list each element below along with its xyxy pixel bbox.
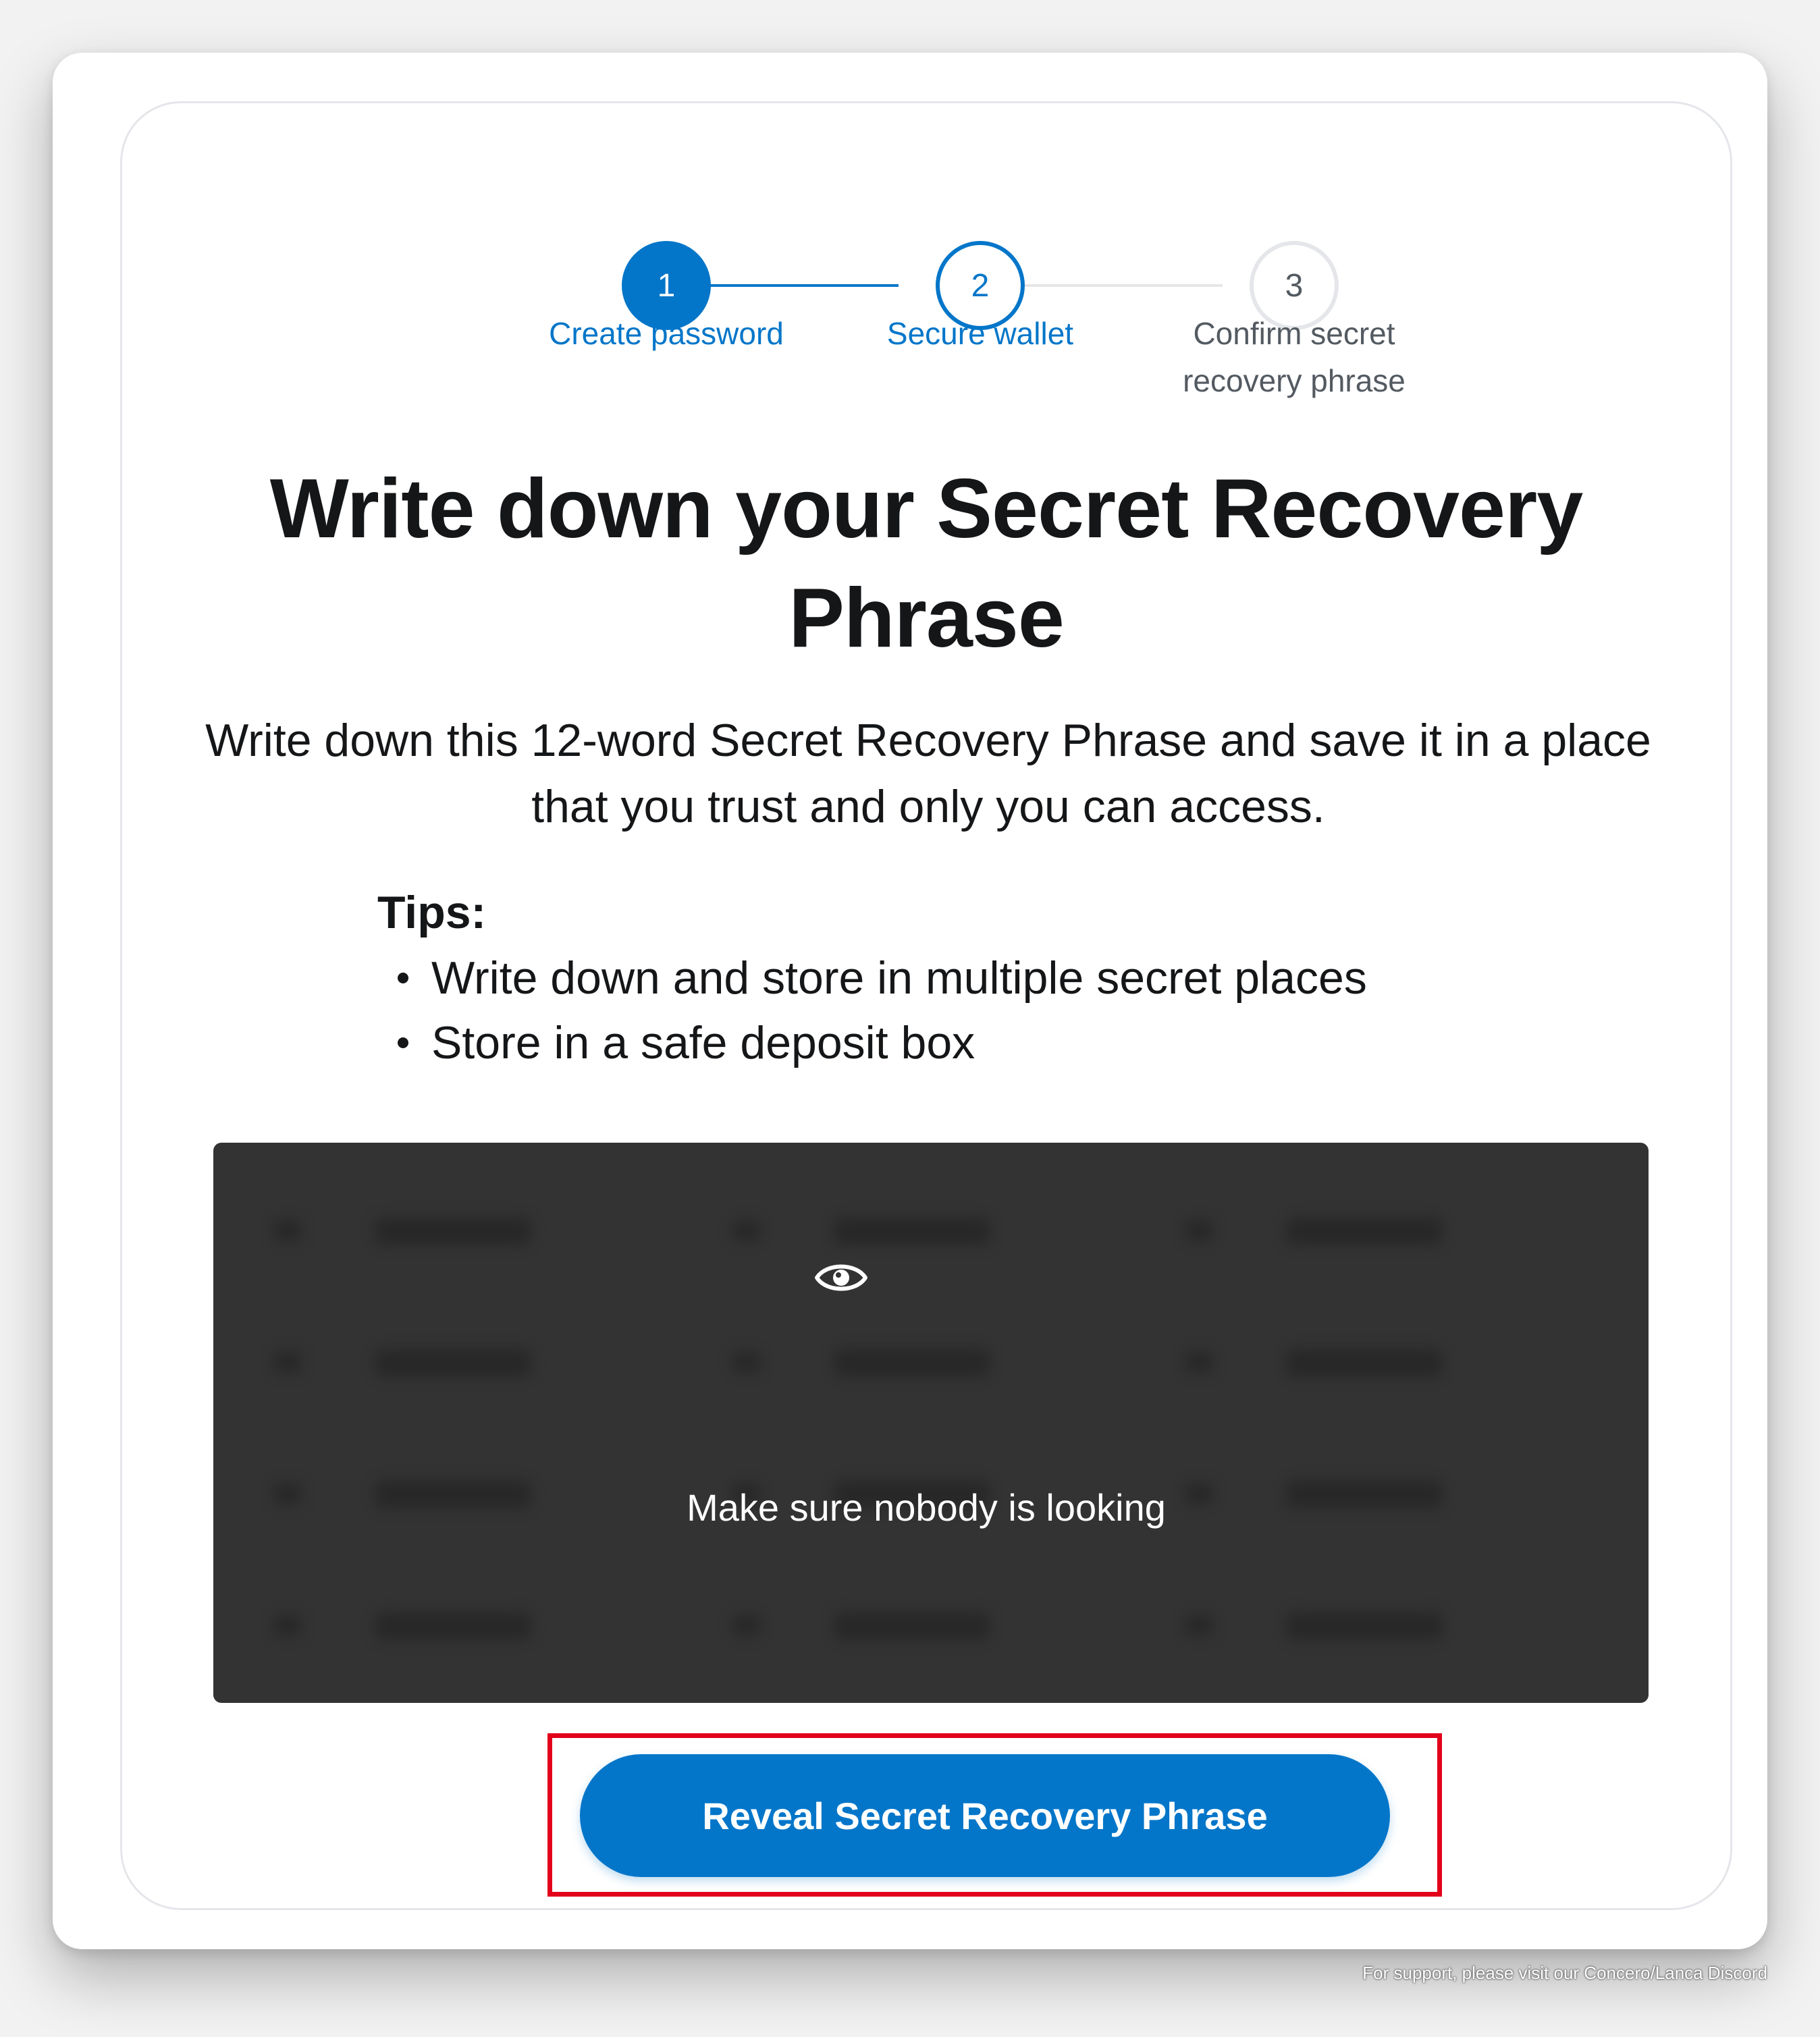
blurred-word	[1185, 1207, 1455, 1254]
blurred-word	[274, 1602, 544, 1649]
hidden-phrase-box[interactable]	[213, 1143, 1649, 1703]
app-window: 1 2 3 Create password Secure wallet Conf…	[53, 53, 1767, 1949]
support-footer-text: For support, please visit our Concero/La…	[1362, 1963, 1767, 1983]
reveal-phrase-button[interactable]: Reveal Secret Recovery Phrase	[580, 1754, 1390, 1877]
tip-text: Write down and store in multiple secret …	[431, 952, 1367, 1004]
step-1-label: Create password	[549, 316, 784, 351]
step-1-number: 1	[657, 267, 676, 304]
blurred-word	[733, 1338, 1003, 1386]
blurred-word	[1185, 1338, 1455, 1386]
tips-heading: Tips:	[377, 887, 487, 938]
privacy-warning-text: Make sure nobody is looking	[687, 1486, 1166, 1529]
blurred-word	[274, 1338, 544, 1386]
blurred-word	[1185, 1602, 1455, 1649]
eye-icon	[815, 1264, 867, 1291]
tip-text: Store in a safe deposit box	[431, 1017, 975, 1068]
tips-list: Write down and store in multiple secret …	[377, 946, 1367, 1075]
tip-item: Write down and store in multiple secret …	[377, 946, 1367, 1010]
bullet-icon	[398, 973, 408, 983]
step-3-label: Confirm secret recovery phrase	[1183, 316, 1406, 398]
step-2-number: 2	[971, 267, 990, 304]
blurred-phrase-grid	[213, 1143, 1649, 1703]
blurred-word	[274, 1207, 544, 1254]
tip-item: Store in a safe deposit box	[377, 1010, 1367, 1075]
blurred-word	[733, 1207, 1003, 1254]
onboarding-card: 1 2 3 Create password Secure wallet Conf…	[120, 101, 1732, 1910]
bullet-icon	[398, 1037, 408, 1048]
blurred-word	[733, 1602, 1003, 1649]
step-2-label: Secure wallet	[886, 316, 1074, 351]
step-3-number: 3	[1285, 267, 1304, 304]
page-description: Write down this 12-word Secret Recovery …	[205, 715, 1651, 832]
page-title: Write down your Secret Recovery Phrase	[269, 462, 1583, 665]
progress-stepper: 1 2 3 Create password Secure wallet Conf…	[122, 103, 1730, 481]
